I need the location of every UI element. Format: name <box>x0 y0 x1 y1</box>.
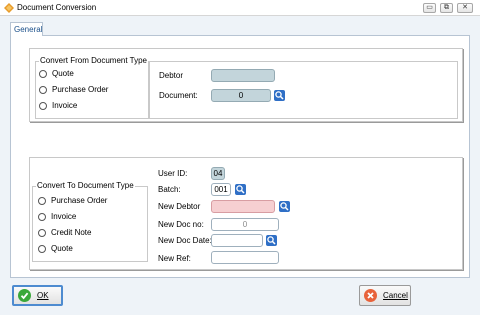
batch-field[interactable]: 001 <box>211 183 231 196</box>
radio-to-quote[interactable]: Quote <box>38 244 73 253</box>
new-debtor-lookup-button[interactable] <box>279 201 290 212</box>
close-button[interactable]: ✕ <box>457 3 473 13</box>
batch-lookup-button[interactable] <box>235 184 246 195</box>
radio-label: Credit Note <box>51 228 92 237</box>
convert-to-legend: Convert To Document Type <box>36 181 135 190</box>
app-diamond-icon <box>4 3 14 13</box>
document-label: Document: <box>159 91 198 100</box>
debtor-field[interactable] <box>211 69 275 82</box>
new-doc-no-label: New Doc no: <box>158 220 204 229</box>
user-id-label: User ID: <box>158 169 188 178</box>
magnifier-icon <box>236 185 245 194</box>
magnifier-icon <box>267 236 276 245</box>
radio-to-invoice[interactable]: Invoice <box>38 212 76 221</box>
radio-circle <box>39 101 47 110</box>
new-debtor-label: New Debtor <box>158 202 201 211</box>
restore-button[interactable]: ⧉ <box>440 3 453 13</box>
new-doc-date-label: New Doc Date: <box>158 236 212 245</box>
cancel-x-icon <box>364 289 377 302</box>
ok-button[interactable]: OK <box>12 285 63 306</box>
document-field[interactable]: 0 <box>211 89 271 102</box>
magnifier-icon <box>280 202 289 211</box>
radio-to-credit-note[interactable]: Credit Note <box>38 228 91 237</box>
new-doc-no-field[interactable]: 0 <box>211 218 279 231</box>
radio-circle <box>39 85 47 94</box>
user-id-field: 04 <box>211 167 225 180</box>
document-lookup-button[interactable] <box>274 90 285 101</box>
convert-from-details-box <box>149 61 458 119</box>
radio-circle <box>38 228 46 237</box>
radio-label: Quote <box>52 69 74 78</box>
radio-from-purchase-order[interactable]: Purchase Order <box>39 85 108 94</box>
radio-circle <box>39 69 47 78</box>
new-doc-date-lookup-button[interactable] <box>266 235 277 246</box>
minimize-button[interactable]: ▭ <box>423 3 436 13</box>
radio-from-invoice[interactable]: Invoice <box>39 101 77 110</box>
ok-button-label: OK <box>37 291 49 300</box>
convert-from-legend: Convert From Document Type <box>39 56 149 65</box>
new-doc-date-field[interactable] <box>211 234 263 247</box>
radio-label: Quote <box>51 244 73 253</box>
convert-to-panel: Convert To Document Type Purchase Order … <box>29 157 463 270</box>
radio-circle <box>38 244 46 253</box>
radio-label: Purchase Order <box>51 196 108 205</box>
radio-label: Invoice <box>52 101 78 110</box>
new-ref-field[interactable] <box>211 251 279 264</box>
radio-label: Purchase Order <box>52 85 109 94</box>
radio-circle <box>38 196 46 205</box>
new-debtor-field[interactable] <box>211 200 275 213</box>
cancel-button[interactable]: Cancel <box>359 285 411 306</box>
radio-label: Invoice <box>51 212 77 221</box>
magnifier-icon <box>275 91 284 100</box>
debtor-label: Debtor <box>159 71 184 80</box>
check-icon <box>18 289 31 302</box>
radio-from-quote[interactable]: Quote <box>39 69 74 78</box>
convert-from-panel: Convert From Document Type Quote Purchas… <box>29 48 463 122</box>
window-title: Document Conversion <box>17 3 97 12</box>
batch-label: Batch: <box>158 185 181 194</box>
cancel-button-label: Cancel <box>383 291 408 300</box>
radio-circle <box>38 212 46 221</box>
title-bar: Document Conversion ▭ ⧉ ✕ <box>0 0 480 16</box>
tab-general[interactable]: General <box>10 22 43 36</box>
new-ref-label: New Ref: <box>158 254 191 263</box>
radio-to-purchase-order[interactable]: Purchase Order <box>38 196 107 205</box>
